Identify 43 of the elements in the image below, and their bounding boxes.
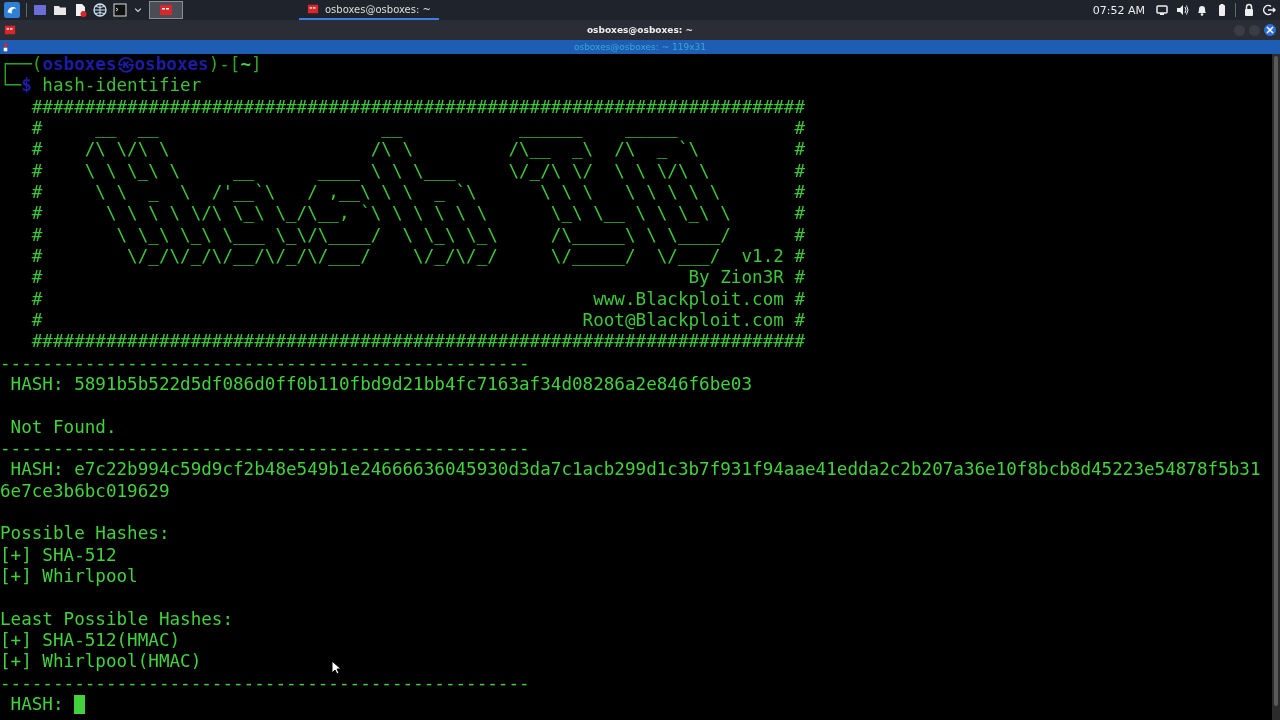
output-line: HASH: 5891b5b522d5df086d0ff0b110fbd9d21bb4fc7163af34d08286a2e846f6be03: [9, 373, 753, 396]
bell-icon[interactable]: [1195, 3, 1209, 17]
globe-icon[interactable]: [93, 3, 107, 17]
output-line: HASH: e7c22b994c59d9cf2b48e549b1e24666636045930d3da7c1acb299d1c3b7f931f94aae41edda2c2b207a36e10f8bcb8d45223e54878f5b31: [9, 459, 1261, 481]
dashed-separator: --------------------------------------------------: [0, 352, 530, 374]
scrollbar[interactable]: [1272, 54, 1280, 720]
output-line: [+] SHA-512(HMAC): [0, 629, 181, 652]
banner-line: # \ \ \ \ \/\ \_\ \_/\__, `\ \ \ \ \ \ \_\ \__ \ \ \_\ \ #: [30, 203, 806, 225]
text-editor-icon[interactable]: [73, 3, 87, 17]
banner-line: # /\ \/\ \ /\ \ /\__ _\ /\ _ `\ #: [30, 139, 806, 161]
folder-icon[interactable]: [53, 3, 67, 17]
window-title: osboxes@osboxes: ~: [586, 25, 694, 35]
output-line: [+] Whirlpool(HMAC): [0, 651, 202, 673]
mouse-pointer-icon: [331, 660, 341, 675]
speaker-icon[interactable]: [1175, 3, 1189, 17]
dashed-separator: --------------------------------------------------: [0, 672, 530, 694]
display-icon[interactable]: [1155, 3, 1169, 17]
banner-line: # \ \ \_\ \ __ ____ \ \ \___ \/_/\ \/ \ \ \/\ \ #: [30, 160, 806, 182]
output-line: Possible Hashes:: [0, 523, 170, 545]
output-line: Not Found.: [9, 416, 117, 438]
desktop-icon[interactable]: [33, 3, 47, 17]
logout-icon[interactable]: [1262, 3, 1276, 17]
output-line: [+] SHA-512: [0, 544, 117, 566]
banner-line: # \ \_\ \_\ \___ \_\/\____/ \ \_\ \_\ /\_____\ \ \____/ #: [30, 224, 806, 246]
banner-line: #########################################################################: [30, 96, 806, 118]
banner-line: # www.Blackploit.com #: [30, 288, 806, 310]
clock[interactable]: 07:52 AM: [1092, 3, 1145, 17]
input-prompt: HASH:: [9, 693, 64, 716]
close-button[interactable]: [1264, 24, 1276, 36]
banner-line: # \ \ _ \ /'__`\ / ,__\ \ \ _ `\ \ \ \ \ \ \ \ \ #: [30, 181, 806, 204]
banner-line: # __ __ __ ______ _____ #: [30, 118, 806, 140]
banner-line: # Root@Blackploit.com #: [30, 309, 806, 332]
dashed-separator: --------------------------------------------------: [0, 437, 530, 460]
command-line: └─$ hash-identifier: [0, 75, 203, 97]
banner-line: # \/_/\/_/\/__/\/_/\/___/ \/_/\/_/ \/_____/ \/___/ v1.2 #: [30, 245, 806, 268]
lock-icon[interactable]: [1242, 3, 1256, 17]
prompt-line: ┌──(osboxes㉿osboxes)-[~]: [0, 54, 263, 75]
banner-line: # By Zion3R #: [30, 267, 806, 289]
output-line: Least Possible Hashes:: [0, 608, 234, 630]
banner-line: #########################################################################: [30, 331, 806, 353]
terminal-task-button[interactable]: [149, 1, 183, 19]
output-line: 6e7ce3b6bc019629: [0, 480, 170, 502]
output-line: [+] Whirlpool: [0, 565, 138, 588]
